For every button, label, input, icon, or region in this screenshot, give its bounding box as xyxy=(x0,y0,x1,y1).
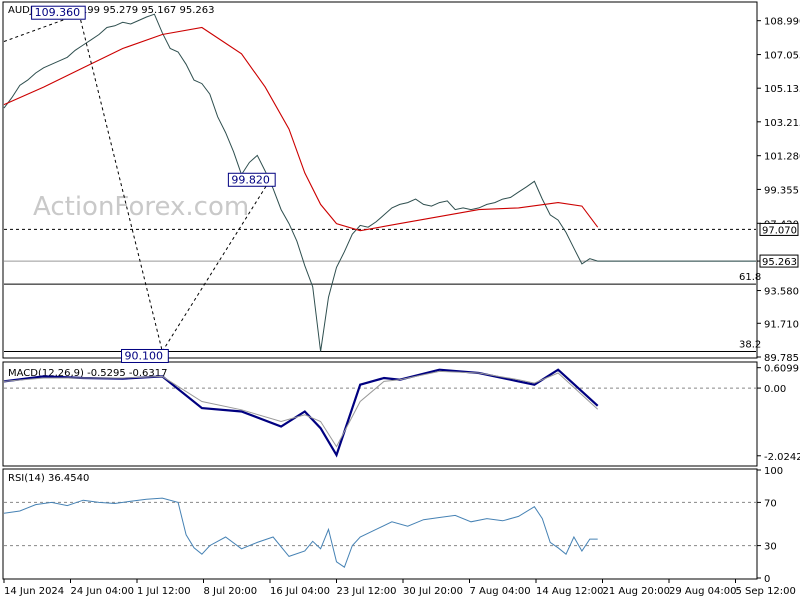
y-tick-label: 107.055 xyxy=(764,51,800,62)
y-tick-label: -2.0242 xyxy=(764,452,800,463)
y-tick-label: 91.710 xyxy=(764,319,799,330)
x-tick-label: 23 Jul 12:00 xyxy=(337,586,397,597)
x-tick-label: 16 Jul 04:00 xyxy=(270,586,330,597)
swing-label: 109.360 xyxy=(35,6,81,19)
y-tick-label: 0.6099 xyxy=(764,364,799,375)
x-tick-label: 14 Aug 12:00 xyxy=(536,586,603,597)
y-tick-label: 99.355 xyxy=(764,185,799,196)
y-tick-label: 100 xyxy=(764,466,783,477)
level-tag: 97.070 xyxy=(762,225,797,236)
level-tag: 95.263 xyxy=(762,257,797,268)
y-tick-label: 108.990 xyxy=(764,17,800,28)
watermark: ActionForex.com xyxy=(33,192,249,222)
x-tick-label: 24 Jun 04:00 xyxy=(71,586,135,597)
y-tick-label: 105.135 xyxy=(764,84,800,95)
rsi-pane-title: RSI(14) 36.4540 xyxy=(8,473,89,484)
y-tick-label: 70 xyxy=(764,498,777,509)
x-tick-label: 7 Aug 04:00 xyxy=(470,586,531,597)
x-tick-label: 14 Jun 2024 xyxy=(4,586,64,597)
x-tick-label: 30 Jul 20:00 xyxy=(403,586,463,597)
swing-label: 99.820 xyxy=(231,173,270,186)
y-tick-label: 30 xyxy=(764,542,777,553)
y-tick-label: 101.280 xyxy=(764,152,800,163)
x-tick-label: 1 Jul 12:00 xyxy=(137,586,191,597)
x-tick-label: 29 Aug 04:00 xyxy=(669,586,736,597)
y-tick-label: 0 xyxy=(764,574,770,585)
fib-label: 61.8 xyxy=(739,272,761,283)
chart-area: ActionForex.com AUDJPY,H4 95.199 95.279 … xyxy=(0,0,800,600)
y-tick-label: 103.215 xyxy=(764,118,800,129)
y-tick-label: 89.785 xyxy=(764,353,799,364)
swing-label: 90.100 xyxy=(125,349,164,362)
x-tick-label: 5 Sep 12:00 xyxy=(736,586,796,597)
x-tick-label: 8 Jul 20:00 xyxy=(204,586,258,597)
y-tick-label: 0.00 xyxy=(764,384,786,395)
y-tick-label: 93.580 xyxy=(764,287,799,298)
fib-label: 38.2 xyxy=(739,339,761,350)
x-tick-label: 21 Aug 20:00 xyxy=(603,586,670,597)
